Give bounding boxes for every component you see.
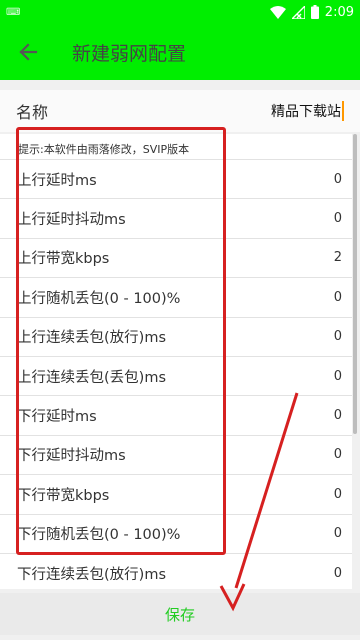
config-row-label: 下行随机丢包(0 - 100)% [17, 527, 181, 544]
keyboard-icon: ⌨ [6, 6, 21, 18]
save-bar: 保存 [0, 593, 360, 635]
back-button[interactable] [0, 24, 56, 80]
config-row-label: 下行延时抖动ms [17, 448, 126, 465]
config-row[interactable]: 上行连续丢包(丢包)ms 0 [0, 357, 352, 397]
wifi-icon [269, 5, 286, 19]
config-row-label: 下行延时ms [17, 409, 97, 426]
config-row-value[interactable]: 0 [334, 447, 342, 462]
config-row-label: 上行随机丢包(0 - 100)% [17, 290, 181, 307]
config-row-label: 上行连续丢包(丢包)ms [17, 369, 166, 386]
save-button[interactable]: 保存 [165, 604, 195, 625]
status-icons: 2:09 [269, 4, 354, 20]
config-row-label: 上行带宽kbps [17, 251, 110, 268]
name-input[interactable] [181, 103, 341, 119]
config-row[interactable]: 上行延时抖动ms 0 [0, 199, 352, 239]
config-row[interactable]: 下行连续丢包(放行)ms 0 [0, 554, 352, 589]
arrow-left-icon [19, 43, 38, 61]
config-row[interactable]: 上行连续丢包(放行)ms 0 [0, 318, 352, 357]
config-row-label: 下行连续丢包(放行)ms [17, 566, 166, 583]
config-row-value[interactable]: 0 [334, 408, 342, 423]
config-row[interactable]: 上行延时ms 0 [0, 160, 352, 200]
config-row-value[interactable]: 0 [334, 566, 342, 581]
scrollbar[interactable] [353, 134, 357, 434]
config-row[interactable]: 下行随机丢包(0 - 100)% 0 [0, 515, 352, 554]
config-row-label: 下行带宽kbps [17, 487, 110, 504]
config-row-value[interactable]: 0 [334, 369, 342, 384]
app-bar: 新建弱网配置 [0, 24, 360, 80]
config-row-value[interactable]: 2 [334, 250, 342, 265]
config-row-value[interactable]: 0 [334, 211, 342, 226]
signal-icon [291, 5, 305, 19]
tip-text: 提示:本软件由雨落修改，SVIP版本 [0, 134, 352, 160]
text-cursor [342, 101, 344, 121]
config-row[interactable]: 上行带宽kbps 2 [0, 239, 352, 279]
config-row-value[interactable]: 0 [334, 526, 342, 541]
name-row: 名称 [0, 90, 360, 132]
config-row-value[interactable]: 0 [334, 329, 342, 344]
clock-text: 2:09 [324, 4, 354, 20]
config-row-label: 上行连续丢包(放行)ms [17, 330, 166, 347]
config-row-label: 上行延时ms [17, 172, 97, 189]
battery-icon [310, 5, 319, 19]
config-row-value[interactable]: 0 [334, 290, 342, 305]
page-title: 新建弱网配置 [72, 42, 187, 65]
config-row-label: 上行延时抖动ms [17, 212, 126, 229]
config-row-value[interactable]: 0 [334, 487, 342, 502]
config-row[interactable]: 下行延时ms 0 [0, 396, 352, 436]
config-row[interactable]: 上行随机丢包(0 - 100)% 0 [0, 278, 352, 318]
status-bar: ⌨ 2:09 [0, 0, 360, 24]
name-label: 名称 [16, 103, 49, 122]
config-row-value[interactable]: 0 [334, 172, 342, 187]
config-list[interactable]: 提示:本软件由雨落修改，SVIP版本 上行延时ms 0 上行延时抖动ms 0 上行带宽k… [0, 134, 352, 589]
config-row[interactable]: 下行带宽kbps 0 [0, 475, 352, 515]
config-row[interactable]: 下行延时抖动ms 0 [0, 436, 352, 476]
